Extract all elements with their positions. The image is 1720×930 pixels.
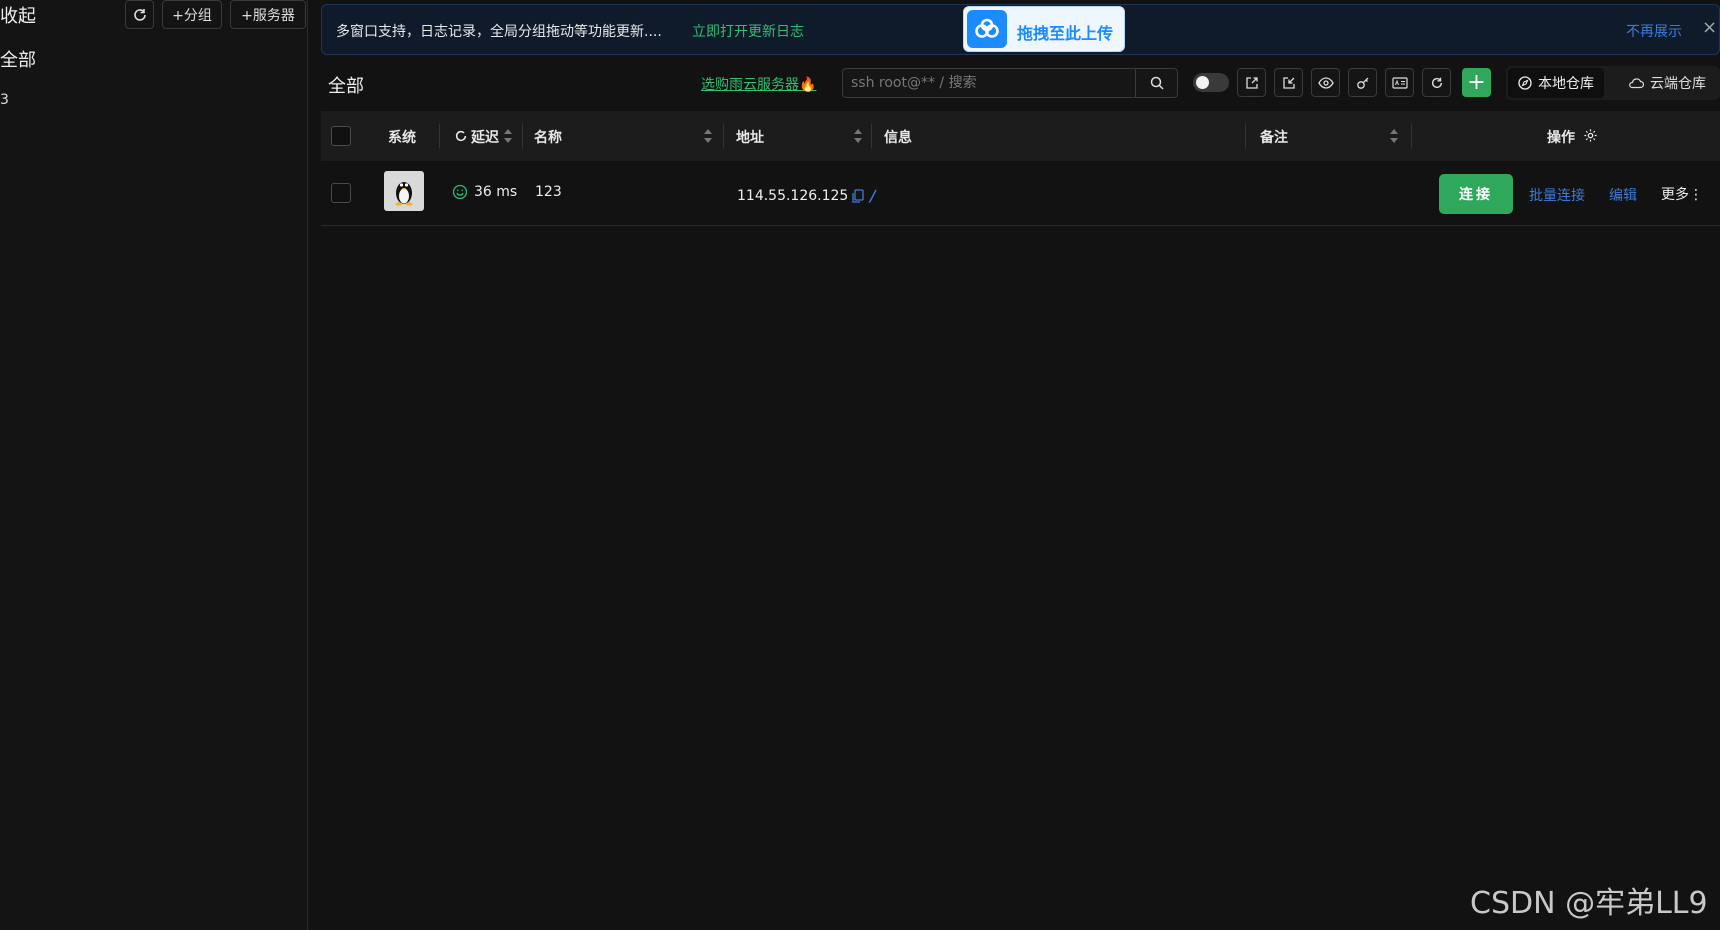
drag-upload-badge[interactable]: 拖拽至此上传 xyxy=(963,6,1125,52)
server-table-header: 系统 延迟 名称 地址 信息 备注 操作 xyxy=(321,111,1720,161)
address-sort-icon[interactable] xyxy=(854,129,862,143)
server-name: 123 xyxy=(535,184,562,200)
latency-value: 36 ms xyxy=(474,184,518,200)
latency-cell: 36 ms xyxy=(452,184,517,200)
cloud-icon xyxy=(1629,78,1644,89)
group-count: 3 xyxy=(0,92,9,108)
more-menu-button[interactable]: 更多⋮ xyxy=(1661,184,1703,204)
collapse-sidebar-button[interactable]: 收起 xyxy=(0,2,36,28)
column-info: 信息 xyxy=(884,130,912,146)
refresh-icon xyxy=(1431,77,1442,88)
buy-server-link[interactable]: 选购雨云服务器🔥 xyxy=(701,74,816,94)
batch-connect-link[interactable]: 批量连接 xyxy=(1529,185,1585,205)
linux-penguin-icon xyxy=(384,171,424,211)
column-divider xyxy=(871,124,872,148)
column-latency[interactable]: 延迟 xyxy=(471,127,499,147)
cloud-logo-icon xyxy=(967,10,1007,48)
repo-switcher: 本地仓库 云端仓库 xyxy=(1506,66,1720,100)
column-divider xyxy=(1411,124,1412,148)
tab-local-repo-label: 本地仓库 xyxy=(1538,76,1594,92)
column-settings-icon[interactable] xyxy=(1583,128,1598,147)
close-icon[interactable]: × xyxy=(1702,17,1717,38)
column-divider xyxy=(522,124,523,148)
watermark: CSDN @牢弟LL9 xyxy=(1470,886,1708,921)
group-all[interactable]: 全部 xyxy=(0,46,36,72)
export-icon xyxy=(1282,76,1295,89)
open-changelog-link[interactable]: 立即打开更新日志 xyxy=(692,21,804,41)
search-input[interactable] xyxy=(842,68,1136,98)
edit-link[interactable]: 编辑 xyxy=(1609,185,1637,205)
search-icon xyxy=(1150,76,1164,90)
compass-icon xyxy=(1518,76,1532,90)
table-row[interactable]: 36 ms 123 114.55.126.125 连接 批量连接 编辑 更多⋮ xyxy=(321,161,1720,226)
refresh-groups-button[interactable] xyxy=(125,0,154,29)
column-divider xyxy=(1245,124,1246,148)
latency-sort-icon[interactable] xyxy=(504,129,512,143)
row-checkbox[interactable] xyxy=(331,183,351,203)
server-address: 114.55.126.125 xyxy=(737,188,849,204)
export-button[interactable] xyxy=(1274,68,1303,97)
copy-icon[interactable] xyxy=(852,189,864,203)
column-remark[interactable]: 备注 xyxy=(1260,127,1288,147)
eye-icon xyxy=(1317,76,1334,89)
select-all-checkbox[interactable] xyxy=(331,126,351,146)
column-actions: 操作 xyxy=(1547,130,1575,146)
name-sort-icon[interactable] xyxy=(704,129,712,143)
visibility-button[interactable] xyxy=(1311,68,1340,97)
remark-sort-icon[interactable] xyxy=(1390,129,1398,143)
add-group-button[interactable]: +分组 xyxy=(162,0,222,29)
refresh-button[interactable] xyxy=(1422,68,1451,97)
column-divider xyxy=(723,124,724,148)
connect-button[interactable]: 连接 xyxy=(1439,174,1513,214)
page-title: 全部 xyxy=(328,76,364,97)
upload-text: 拖拽至此上传 xyxy=(1017,24,1114,43)
id-card-icon xyxy=(1391,76,1408,89)
key-icon xyxy=(1356,77,1368,89)
smile-icon xyxy=(452,184,468,200)
edit-address-icon[interactable] xyxy=(868,189,878,203)
view-toggle[interactable] xyxy=(1193,73,1229,92)
import-icon xyxy=(1245,76,1258,89)
column-name[interactable]: 名称 xyxy=(534,127,562,147)
search-button[interactable] xyxy=(1135,68,1178,98)
refresh-icon xyxy=(133,8,146,21)
tab-local-repo[interactable]: 本地仓库 xyxy=(1508,68,1604,98)
credentials-button[interactable] xyxy=(1385,68,1414,97)
column-divider xyxy=(439,124,440,148)
column-address[interactable]: 地址 xyxy=(736,127,764,147)
banner-message: 多窗口支持，日志记录，全局分组拖动等功能更新.... xyxy=(336,24,662,40)
sidebar: 收起 +分组 +服务器 全部 3 xyxy=(0,0,308,930)
add-server-button[interactable]: +服务器 xyxy=(230,0,306,29)
tab-cloud-repo-label: 云端仓库 xyxy=(1650,76,1706,92)
tab-cloud-repo[interactable]: 云端仓库 xyxy=(1618,68,1716,98)
dismiss-banner-link[interactable]: 不再展示 xyxy=(1626,21,1682,41)
address-cell: 114.55.126.125 xyxy=(737,188,878,204)
key-button[interactable] xyxy=(1348,68,1377,97)
import-button[interactable] xyxy=(1237,68,1266,97)
add-server-toolbar-button[interactable]: + xyxy=(1462,68,1491,97)
column-system: 系统 xyxy=(388,130,416,146)
latency-refresh-icon[interactable] xyxy=(454,128,468,147)
